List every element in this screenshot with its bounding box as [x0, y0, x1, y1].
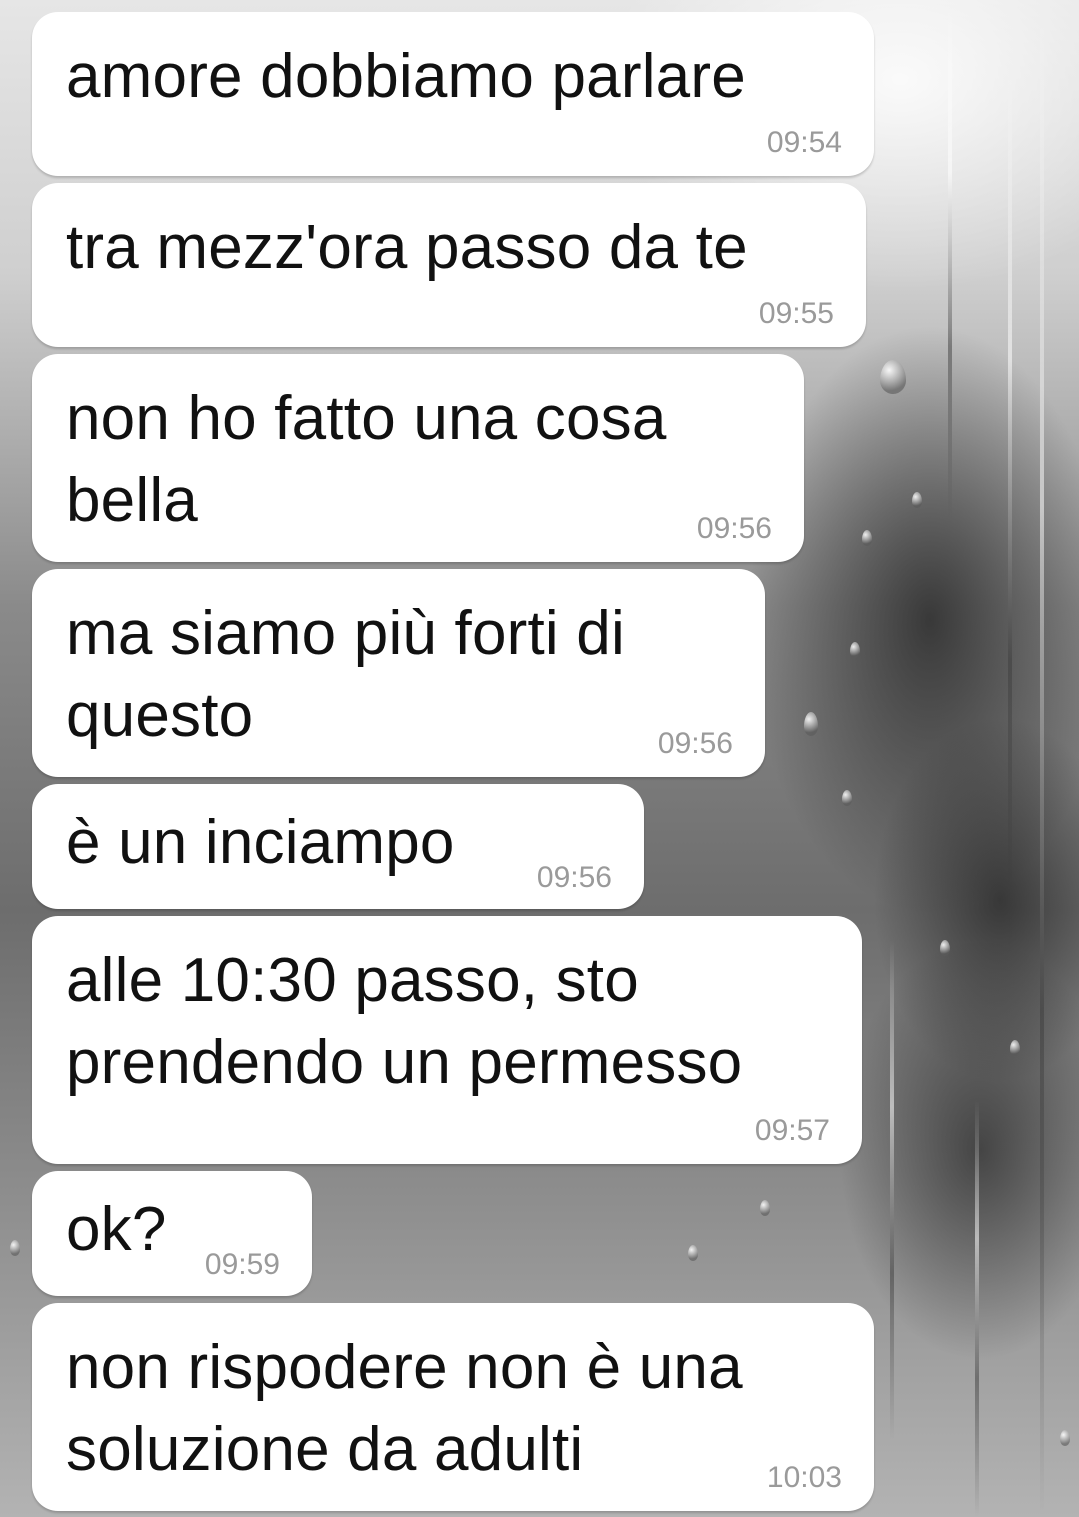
message-timestamp: 09:54	[766, 126, 842, 159]
message-text: alle 10:30 passo, sto prendendo un perme…	[66, 946, 743, 1097]
message-bubble[interactable]: non rispodere non è una soluzione da adu…	[32, 1303, 874, 1511]
message-list[interactable]: amore dobbiamo parlare 09:54 tra mezz'or…	[0, 0, 1079, 1517]
message-timestamp: 09:56	[657, 727, 733, 760]
message-timestamp: 09:55	[758, 297, 834, 330]
message-text: ma siamo più forti di questo	[66, 599, 625, 750]
message-text: tra mezz'ora passo da te	[66, 213, 748, 282]
message-bubble[interactable]: non ho fatto una cosa bella 09:56	[32, 354, 804, 562]
message-timestamp: 10:03	[766, 1461, 842, 1494]
message-bubble[interactable]: alle 10:30 passo, sto prendendo un perme…	[32, 916, 862, 1164]
message-timestamp: 09:57	[754, 1114, 830, 1147]
message-bubble[interactable]: ok? 09:59	[32, 1171, 312, 1296]
message-bubble[interactable]: è un inciampo 09:56	[32, 784, 644, 909]
message-timestamp: 09:56	[536, 861, 612, 894]
message-timestamp: 09:59	[204, 1248, 280, 1281]
message-text: è un inciampo	[66, 808, 455, 877]
message-bubble[interactable]: amore dobbiamo parlare 09:54	[32, 12, 874, 176]
message-bubble[interactable]: ma siamo più forti di questo 09:56	[32, 569, 765, 777]
message-text: ok?	[66, 1195, 167, 1264]
message-bubble[interactable]: tra mezz'ora passo da te 09:55	[32, 183, 866, 347]
message-text: amore dobbiamo parlare	[66, 42, 746, 111]
message-timestamp: 09:56	[696, 512, 772, 545]
message-text: non ho fatto una cosa bella	[66, 384, 667, 535]
message-text: non rispodere non è una soluzione da adu…	[66, 1333, 743, 1484]
